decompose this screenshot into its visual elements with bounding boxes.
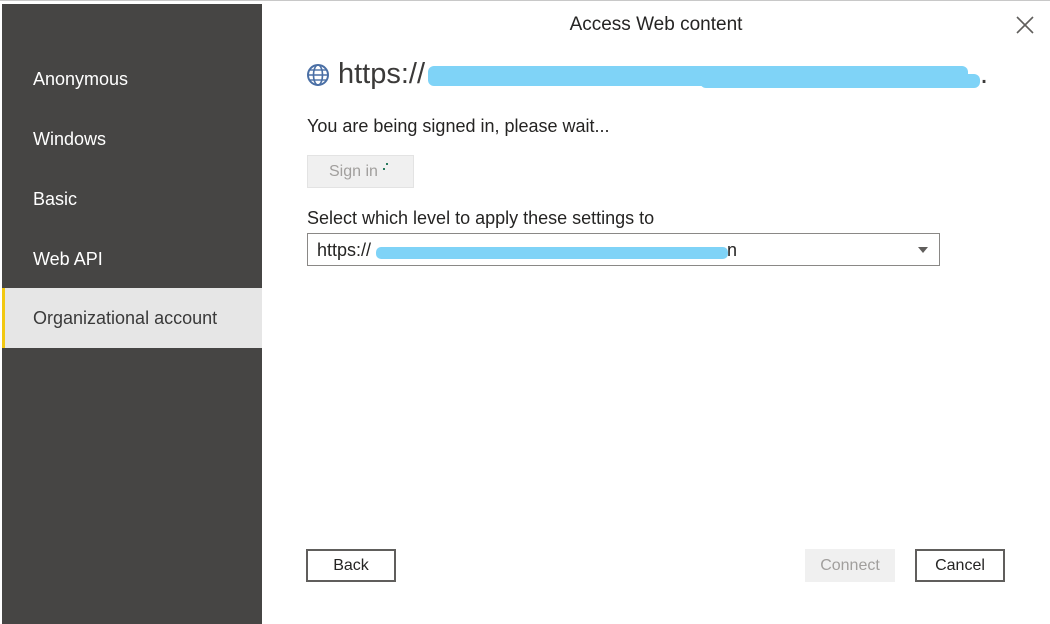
sidebar-item-windows[interactable]: Windows <box>2 109 262 169</box>
sidebar-item-basic[interactable]: Basic <box>2 169 262 229</box>
loading-spinner-icon <box>383 163 389 171</box>
cancel-button-label: Cancel <box>935 557 985 574</box>
window-frame <box>0 0 1050 3</box>
sign-in-button-label: Sign in <box>329 163 378 180</box>
sidebar-item-label: Anonymous <box>33 69 129 89</box>
close-icon <box>1016 16 1034 34</box>
resource-url: https:// <box>338 58 425 91</box>
sign-in-button[interactable]: Sign in <box>307 155 414 188</box>
level-label: Select which level to apply these settin… <box>307 208 655 228</box>
close-button[interactable] <box>1012 12 1038 38</box>
sidebar-item-label: Windows <box>33 129 107 149</box>
level-value-prefix: https:// <box>317 240 372 260</box>
auth-method-sidebar: Anonymous Windows Basic Web API Organiza… <box>2 4 262 624</box>
sidebar-item-organizational-account[interactable]: Organizational account <box>2 288 262 348</box>
level-value-suffix: n <box>727 240 738 260</box>
back-button[interactable]: Back <box>306 549 396 582</box>
cancel-button[interactable]: Cancel <box>915 549 1005 582</box>
globe-icon <box>307 64 329 86</box>
level-dropdown[interactable]: https:// n <box>307 233 940 266</box>
sidebar-item-label: Organizational account <box>33 308 218 328</box>
connect-button-label: Connect <box>820 557 880 574</box>
sidebar-item-anonymous[interactable]: Anonymous <box>2 49 262 109</box>
dialog-title: Access Web content <box>569 14 743 35</box>
redaction-mark <box>376 247 728 259</box>
sidebar-item-label: Basic <box>33 189 78 209</box>
back-button-label: Back <box>333 557 369 574</box>
signin-status-text: You are being signed in, please wait... <box>307 116 610 136</box>
chevron-down-icon <box>918 247 928 253</box>
resource-url-prefix: https:// <box>338 58 426 90</box>
sidebar-item-web-api[interactable]: Web API <box>2 229 262 289</box>
resource-url-suffix: . <box>980 58 989 90</box>
connect-button[interactable]: Connect <box>805 549 895 582</box>
sidebar-item-label: Web API <box>33 249 103 269</box>
redaction-mark <box>700 74 980 88</box>
level-dropdown-value: https:// <box>317 240 371 261</box>
